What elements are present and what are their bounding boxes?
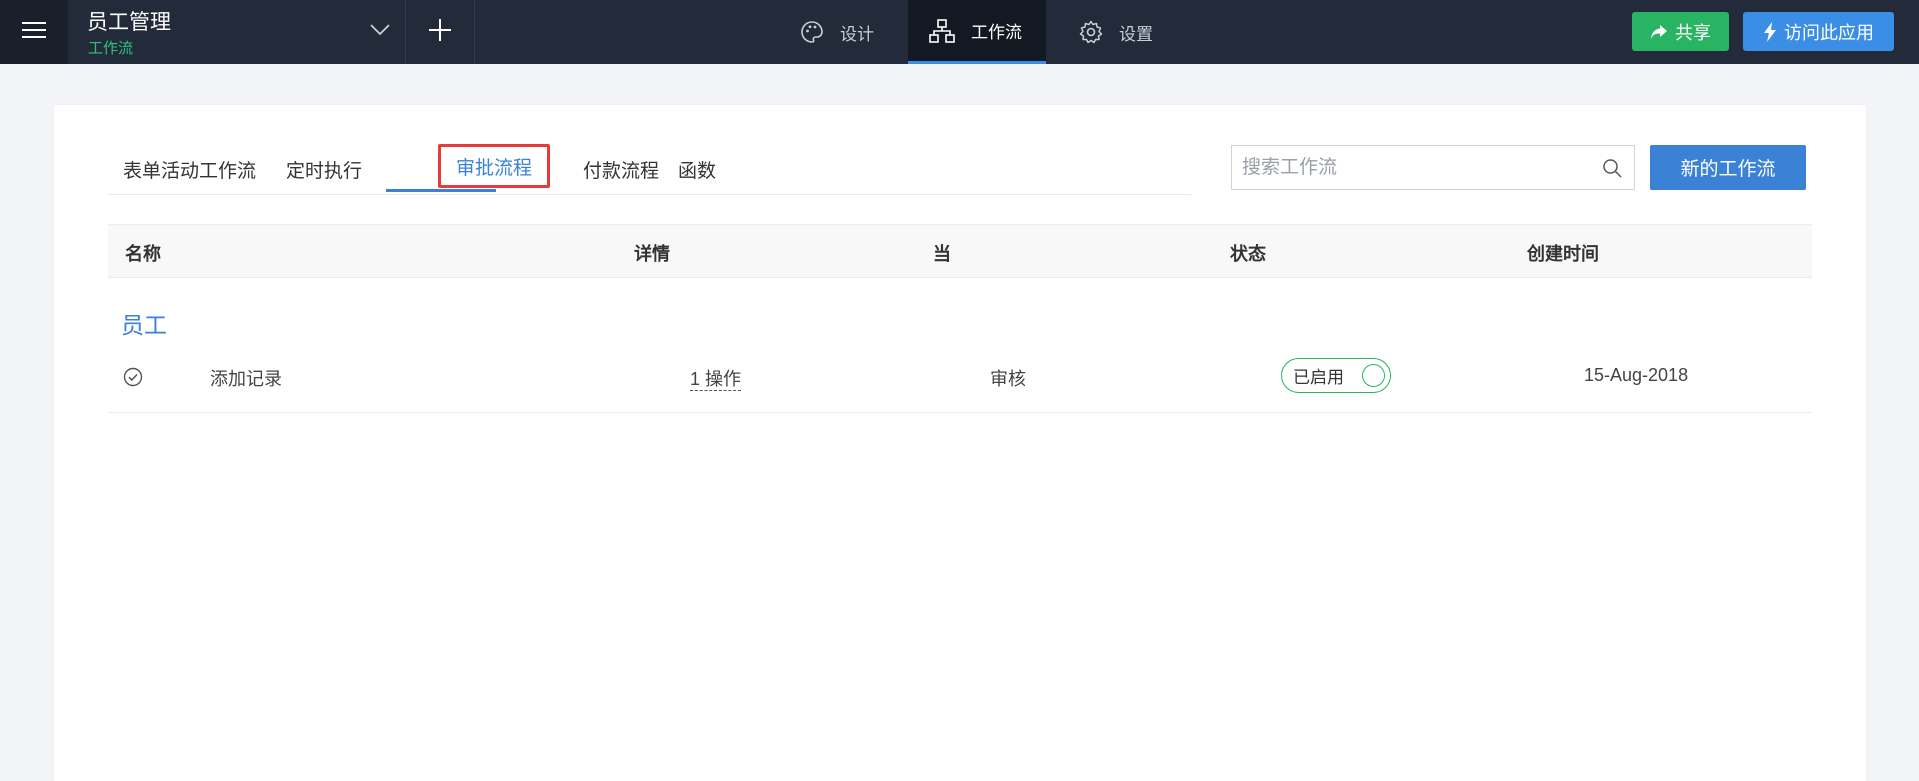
search-input[interactable] bbox=[1232, 147, 1592, 188]
tab-scheduled[interactable]: 定时执行 bbox=[271, 147, 377, 191]
tab-payment[interactable]: 付款流程 bbox=[568, 147, 674, 191]
check-circle-icon bbox=[123, 367, 143, 387]
tab-functions[interactable]: 函数 bbox=[663, 147, 731, 191]
plus-icon bbox=[428, 18, 452, 47]
workflow-when: 审核 bbox=[990, 369, 1026, 389]
tab-approval[interactable]: 审批流程 bbox=[438, 144, 551, 188]
status-label: 已启用 bbox=[1293, 368, 1344, 387]
column-header-status: 状态 bbox=[1230, 244, 1266, 264]
palette-icon bbox=[800, 20, 824, 44]
share-button[interactable]: 共享 bbox=[1632, 12, 1729, 51]
table-header: 名称 详情 当 状态 创建时间 bbox=[108, 224, 1812, 278]
chevron-down-icon bbox=[370, 23, 390, 41]
status-toggle[interactable]: 已启用 bbox=[1281, 358, 1391, 393]
workflow-name[interactable]: 添加记录 bbox=[210, 365, 282, 391]
top-bar: 员工管理 工作流 设计 工作流 设置 共享 访问此应用 bbox=[0, 0, 1919, 64]
hamburger-menu-icon bbox=[22, 21, 46, 44]
workflow-type-tabs: 表单活动工作流 定时执行 审批流程 付款流程 函数 bbox=[108, 133, 1191, 195]
column-header-created: 创建时间 bbox=[1527, 244, 1599, 264]
form-group-label[interactable]: 员工 bbox=[121, 306, 167, 340]
app-switcher-dropdown[interactable] bbox=[364, 16, 396, 48]
workflow-icon bbox=[929, 18, 955, 43]
tab-form-workflow[interactable]: 表单活动工作流 bbox=[108, 147, 271, 191]
nav-tab-workflow[interactable]: 工作流 bbox=[908, 0, 1046, 64]
column-header-when: 当 bbox=[933, 244, 951, 264]
nav-tab-settings[interactable]: 设置 bbox=[1079, 0, 1189, 64]
search-icon[interactable] bbox=[1602, 158, 1622, 178]
workflow-detail-link[interactable]: 1 操作 bbox=[690, 369, 742, 391]
share-button-label: 共享 bbox=[1675, 22, 1711, 43]
table-row[interactable]: 添加记录 1 操作 审核 已启用 15-Aug-2018 bbox=[108, 342, 1812, 413]
share-arrow-icon bbox=[1650, 24, 1668, 40]
visit-app-button-label: 访问此应用 bbox=[1784, 22, 1874, 43]
new-workflow-button[interactable]: 新的工作流 bbox=[1650, 145, 1806, 190]
menu-button[interactable] bbox=[0, 0, 68, 64]
search-box bbox=[1231, 145, 1635, 190]
active-tab-underline bbox=[386, 189, 496, 192]
visit-app-button[interactable]: 访问此应用 bbox=[1743, 12, 1894, 51]
app-subtitle: 工作流 bbox=[88, 40, 134, 57]
column-header-detail: 详情 bbox=[634, 244, 670, 264]
nav-tab-design[interactable]: 设计 bbox=[800, 0, 900, 64]
gear-icon bbox=[1079, 20, 1103, 44]
nav-tab-label: 工作流 bbox=[971, 23, 1022, 42]
divider bbox=[474, 0, 475, 64]
created-date: 15-Aug-2018 bbox=[1584, 365, 1689, 385]
nav-tab-label: 设计 bbox=[840, 24, 874, 44]
column-header-name: 名称 bbox=[125, 244, 161, 264]
toggle-knob bbox=[1362, 364, 1385, 387]
nav-tab-label: 设置 bbox=[1119, 24, 1153, 44]
app-title: 员工管理 bbox=[87, 11, 171, 34]
add-button[interactable] bbox=[406, 0, 474, 64]
lightning-icon bbox=[1763, 21, 1777, 42]
workflow-panel: 表单活动工作流 定时执行 审批流程 付款流程 函数 新的工作流 名称 详情 当 … bbox=[54, 105, 1866, 781]
